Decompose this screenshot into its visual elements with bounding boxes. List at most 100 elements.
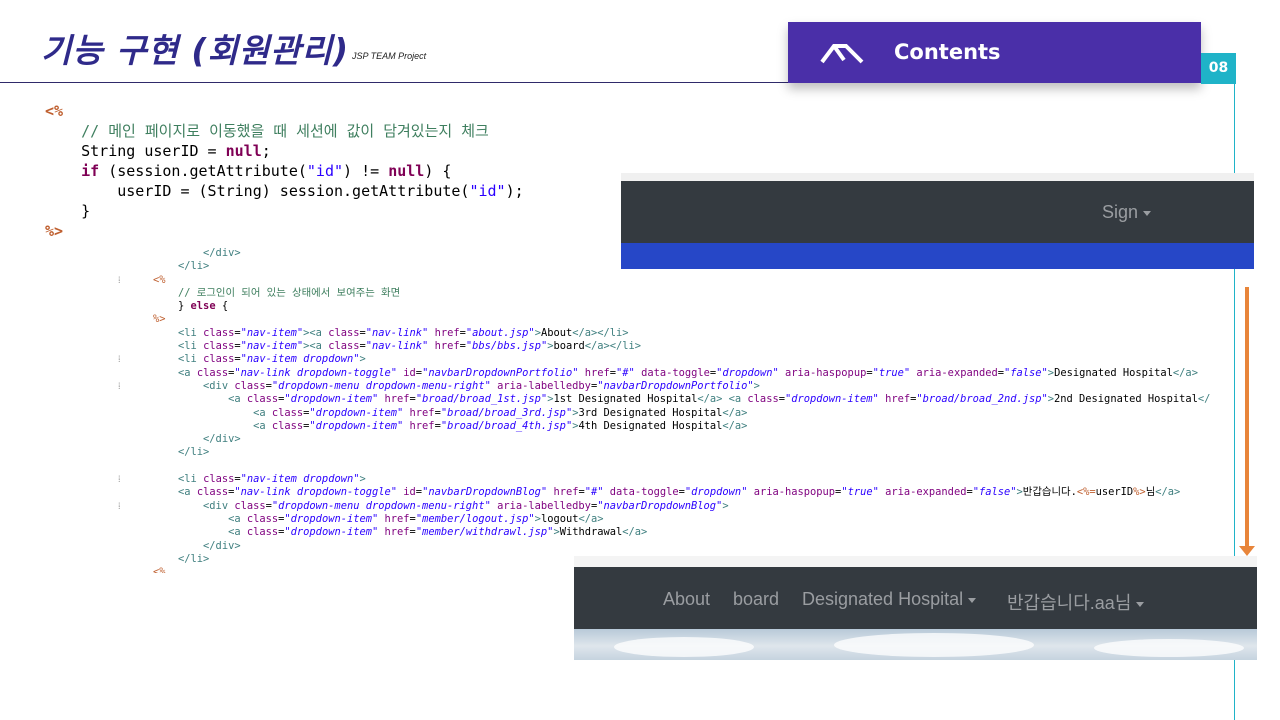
code-line: ⁞ <%: [118, 274, 1228, 287]
code-token: // 메인 페이지로 이동했을 때 세션에 값이 담겨있는지 체크: [81, 122, 489, 140]
code-token: "id": [306, 162, 344, 180]
code-token: <a: [228, 393, 247, 406]
code-token: %>: [1133, 486, 1146, 499]
code-token: "nav-link dropdown-toggle": [234, 366, 398, 379]
code-token: class: [196, 366, 229, 379]
code-token: class: [246, 526, 279, 539]
code-token: ;: [261, 142, 271, 160]
nav-user-greeting: 반갑습니다.aa님: [1007, 593, 1132, 613]
code-token: <%: [153, 566, 166, 573]
code-line: %>: [118, 313, 1228, 326]
fold-gutter-marker[interactable]: ⁞: [118, 354, 153, 367]
code-token: aria-expanded: [885, 486, 967, 499]
code-line: <a class="dropdown-item" href="member/wi…: [118, 526, 1228, 539]
code-token: </li>: [178, 260, 210, 273]
code-token: href: [553, 486, 579, 499]
code-line: ⁞ <div class="dropdown-menu dropdown-men…: [118, 500, 1228, 513]
code-token: <a: [178, 366, 197, 379]
code-token: "broad/broad_2nd.jsp": [916, 393, 1048, 406]
code-token: userID = (String) session.getAttribute(: [45, 182, 470, 200]
code-line: ⁞ <li class="nav-item dropdown">: [118, 473, 1228, 486]
code-token: data-toggle: [609, 486, 679, 499]
code-line: <li class="nav-item"><a class="nav-link"…: [118, 340, 1228, 353]
code-line: <a class="dropdown-item" href="broad/bro…: [118, 407, 1228, 420]
contents-bar[interactable]: Contents: [788, 22, 1201, 83]
code-token: ><a: [303, 326, 329, 339]
nav-dropdown-designated-hospital[interactable]: Designated Hospital: [802, 589, 977, 610]
code-token: "dropdown-menu dropdown-menu-right": [271, 499, 491, 512]
code-token: null: [225, 142, 262, 160]
caret-down-icon: [968, 598, 977, 603]
nav-link-about[interactable]: About: [663, 589, 710, 610]
code-line: <li class="nav-item"><a class="nav-link"…: [118, 327, 1228, 340]
code-token: "dropdown-item": [284, 393, 379, 406]
fold-gutter-marker[interactable]: ⁞: [118, 381, 153, 394]
code-token: href: [409, 406, 435, 419]
sign-dropdown[interactable]: Sign: [1102, 202, 1152, 223]
code-token: class: [234, 379, 266, 392]
code-token: href: [384, 512, 410, 525]
code-token: class: [196, 486, 229, 499]
code-token: <a: [228, 526, 247, 539]
code-token: <li: [178, 340, 204, 353]
code-token: "member/withdrawl.jsp": [415, 526, 554, 539]
navbar-dark: About board Designated Hospital 반갑습니다.aa…: [574, 567, 1257, 629]
fold-gutter-marker[interactable]: ⁞: [118, 275, 153, 288]
code-token: userID: [1095, 486, 1134, 499]
session-check-code: <% // 메인 페이지로 이동했을 때 세션에 값이 담겨있는지 체크 Str…: [45, 101, 524, 241]
fold-gutter-marker[interactable]: ⁞: [118, 474, 153, 487]
code-token: <a: [253, 419, 272, 432]
code-token: ) {: [424, 162, 452, 180]
code-token: "bbs/bbs.jsp": [465, 340, 548, 353]
code-token: }: [45, 202, 91, 220]
code-token: <a: [253, 406, 272, 419]
code-line: userID = (String) session.getAttribute("…: [45, 181, 524, 201]
code-token: </li>: [178, 446, 210, 459]
cloud-shape: [834, 633, 1034, 657]
code-token: "false": [972, 486, 1017, 499]
code-token: </a>: [722, 419, 748, 432]
code-line: if (session.getAttribute("id") != null) …: [45, 161, 524, 181]
nav-dropdown-user[interactable]: 반갑습니다.aa님: [1007, 589, 1145, 615]
code-token: "nav-item": [240, 340, 304, 353]
code-token: );: [505, 182, 524, 200]
code-token: </a>: [697, 393, 723, 406]
code-token: class: [203, 340, 235, 353]
code-token: class: [203, 473, 235, 486]
code-token: "false": [1004, 366, 1048, 379]
code-token: "#": [584, 486, 604, 499]
code-line: <a class="dropdown-item" href="member/lo…: [118, 513, 1228, 526]
code-token: 님: [1145, 486, 1156, 499]
code-token: class: [328, 326, 360, 339]
code-token: class: [246, 393, 279, 406]
code-token: class: [747, 393, 779, 406]
code-token: "navbarDropdownPortfolio": [422, 366, 579, 379]
fold-gutter-marker[interactable]: ⁞: [118, 501, 153, 514]
code-token: "#": [616, 366, 635, 379]
code-token: >: [753, 379, 760, 392]
code-token: aria-haspopup: [785, 366, 867, 379]
code-line: </li>: [118, 446, 1228, 459]
contents-label: Contents: [894, 40, 1001, 64]
code-token: ) !=: [343, 162, 389, 180]
code-line: String userID = null;: [45, 141, 524, 161]
code-token: <li: [178, 473, 204, 486]
code-token: aria-expanded: [916, 366, 998, 379]
jumbotron-blue-band: [621, 243, 1254, 269]
nav-link-board[interactable]: board: [733, 589, 779, 610]
flow-arrow-shaft: [1245, 287, 1249, 547]
code-token: {: [215, 300, 229, 313]
code-token: <li: [178, 326, 204, 339]
caret-down-icon: [1136, 602, 1145, 607]
slide-subtitle: JSP TEAM Project: [352, 51, 427, 61]
code-token: "nav-link": [365, 326, 429, 339]
code-token: "navbarDropdownBlog": [597, 499, 723, 512]
code-token: <%=: [1076, 486, 1096, 499]
